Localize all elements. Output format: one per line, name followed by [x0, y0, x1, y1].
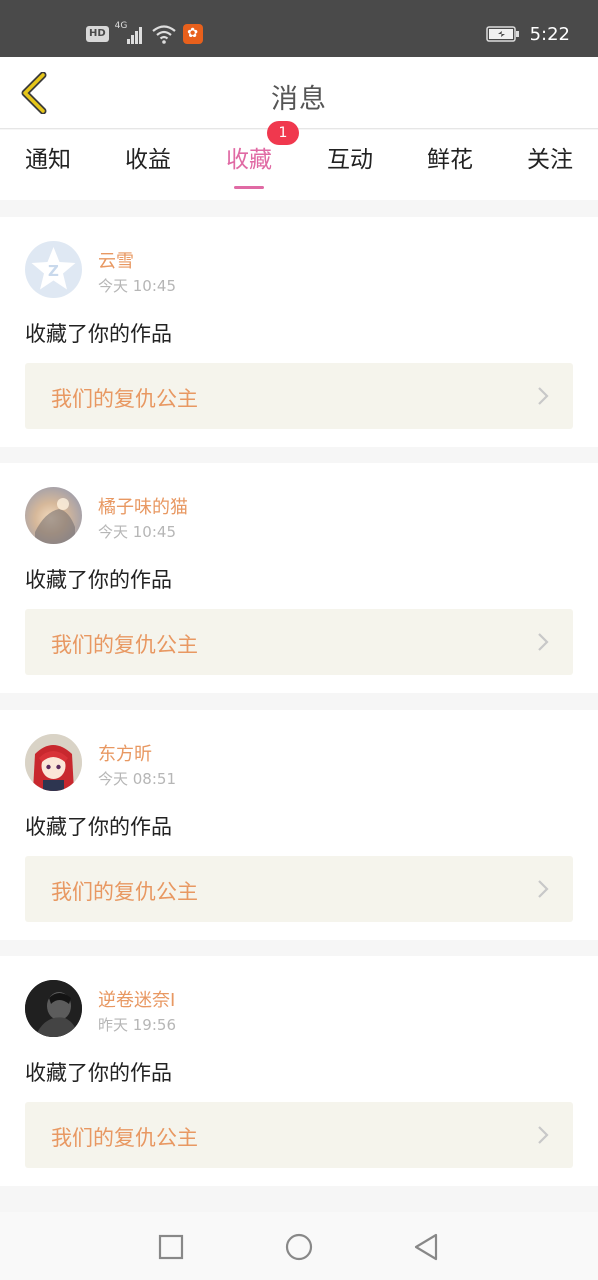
- tab-interactions[interactable]: 互动: [305, 140, 395, 190]
- photo-avatar-icon: [35, 498, 75, 544]
- user-name[interactable]: 东方昕: [98, 740, 152, 766]
- timestamp: 今天 10:45: [98, 523, 176, 541]
- system-back-button[interactable]: [411, 1232, 441, 1262]
- chevron-right-icon: [538, 387, 549, 405]
- avatar[interactable]: [25, 487, 82, 544]
- tab-label: 收藏: [226, 147, 272, 173]
- unread-badge: 1: [267, 121, 299, 145]
- hd-badge: HD: [86, 26, 109, 42]
- svg-text:Z: Z: [48, 262, 59, 280]
- work-title: 我们的复仇公主: [51, 633, 198, 657]
- timestamp: 今天 08:51: [98, 770, 176, 788]
- tab-label: 鲜花: [427, 147, 473, 173]
- circle-icon: [285, 1233, 313, 1261]
- square-icon: [158, 1234, 184, 1260]
- timestamp: 昨天 19:56: [98, 1016, 176, 1034]
- action-text: 收藏了你的作品: [25, 568, 172, 592]
- work-title: 我们的复仇公主: [51, 880, 198, 904]
- status-right: 5:22: [485, 20, 570, 48]
- action-text: 收藏了你的作品: [25, 1061, 172, 1085]
- chevron-right-icon: [538, 880, 549, 898]
- work-title: 我们的复仇公主: [51, 387, 198, 411]
- message-card: 东方昕 今天 08:51 收藏了你的作品 我们的复仇公主: [0, 710, 598, 940]
- signal-icon: 4G: [115, 21, 145, 45]
- chevron-right-icon: [538, 1126, 549, 1144]
- tab-label: 互动: [327, 147, 373, 173]
- home-button[interactable]: [284, 1232, 314, 1262]
- page-title: 消息: [271, 84, 327, 115]
- dark-photo-avatar-icon: [25, 980, 82, 1037]
- default-star-avatar-icon: Z: [31, 247, 76, 290]
- recent-apps-button[interactable]: [156, 1232, 186, 1262]
- system-nav-bar: [0, 1212, 598, 1280]
- app-notification-icon: ✿: [182, 24, 203, 44]
- status-left: HD 4G ✿: [86, 21, 203, 46]
- action-text: 收藏了你的作品: [25, 322, 172, 346]
- status-bar: HD 4G ✿ 5:22: [0, 0, 598, 57]
- tab-label: 收益: [125, 147, 171, 173]
- work-link[interactable]: 我们的复仇公主: [25, 609, 573, 675]
- anime-avatar-icon: [25, 734, 82, 791]
- tab-label: 关注: [527, 147, 573, 173]
- triangle-back-icon: [414, 1233, 438, 1261]
- work-link[interactable]: 我们的复仇公主: [25, 856, 573, 922]
- timestamp: 今天 10:45: [98, 277, 176, 295]
- action-text: 收藏了你的作品: [25, 815, 172, 839]
- avatar[interactable]: Z: [25, 241, 82, 298]
- user-name[interactable]: 云雪: [98, 247, 134, 273]
- user-name[interactable]: 逆卷迷奈I: [98, 986, 175, 1012]
- tab-label: 通知: [25, 147, 71, 173]
- work-link[interactable]: 我们的复仇公主: [25, 363, 573, 429]
- tab-notifications[interactable]: 通知: [3, 140, 93, 190]
- header: 消息: [0, 57, 598, 129]
- battery-icon: [485, 26, 520, 42]
- work-link[interactable]: 我们的复仇公主: [25, 1102, 573, 1168]
- active-tab-indicator: [234, 186, 264, 189]
- tab-following[interactable]: 关注: [505, 140, 595, 190]
- tab-earnings[interactable]: 收益: [103, 140, 193, 190]
- tab-bar: 通知 收益 收藏 互动 鲜花 关注: [0, 130, 598, 200]
- tab-favorites[interactable]: 收藏: [204, 140, 294, 190]
- message-card: 逆卷迷奈I 昨天 19:56 收藏了你的作品 我们的复仇公主: [0, 956, 598, 1186]
- avatar[interactable]: [25, 980, 82, 1037]
- user-name[interactable]: 橘子味的猫: [98, 493, 188, 519]
- avatar[interactable]: [25, 734, 82, 791]
- message-card: 橘子味的猫 今天 10:45 收藏了你的作品 我们的复仇公主: [0, 463, 598, 693]
- tab-flowers[interactable]: 鲜花: [405, 140, 495, 190]
- wifi-icon: [151, 23, 177, 45]
- status-time: 5:22: [529, 23, 570, 45]
- chevron-right-icon: [538, 633, 549, 651]
- work-title: 我们的复仇公主: [51, 1126, 198, 1150]
- message-card: Z 云雪 今天 10:45 收藏了你的作品 我们的复仇公主: [0, 217, 598, 447]
